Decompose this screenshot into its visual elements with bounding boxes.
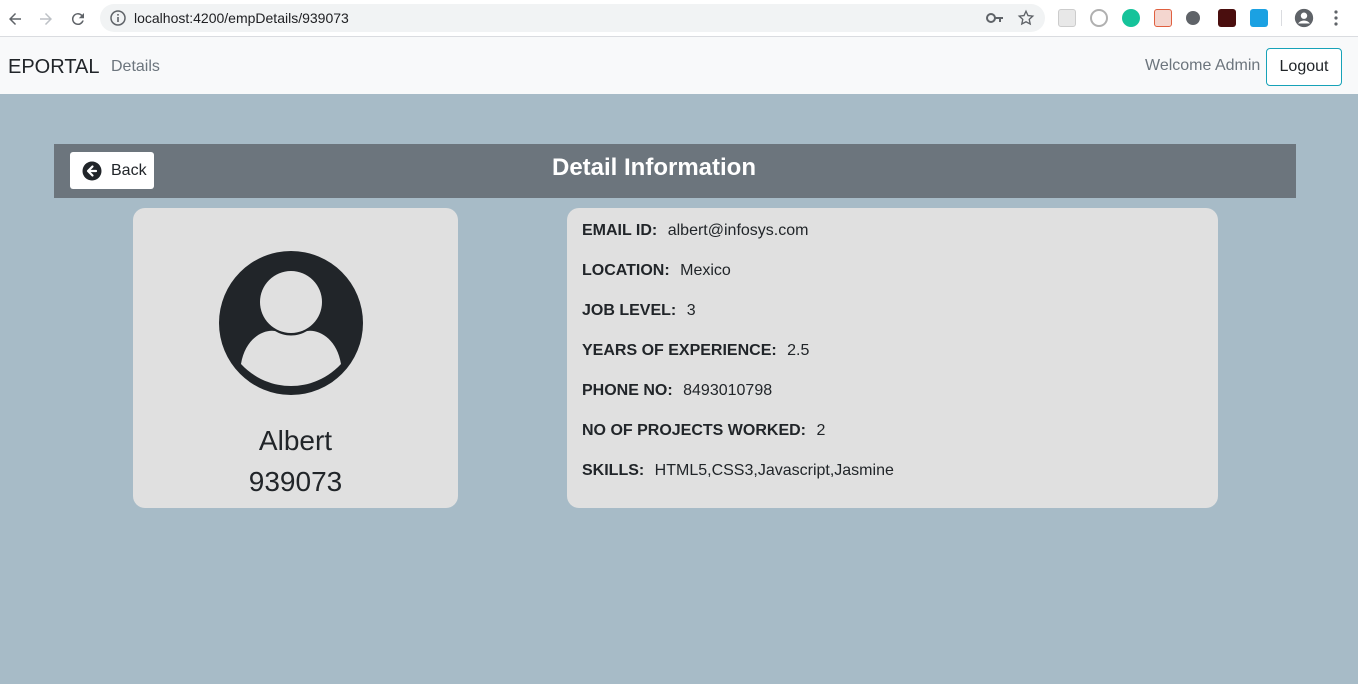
page-title: Detail Information — [551, 154, 756, 181]
detail-row-job-level: JOB LEVEL: 3 — [582, 302, 696, 320]
detail-value: 2.5 — [787, 342, 810, 359]
detail-value: 3 — [686, 302, 696, 319]
detail-value: HTML5,CSS3,Javascript,Jasmine — [654, 462, 894, 479]
detail-row-experience: YEARS OF EXPERIENCE: 2.5 — [582, 342, 809, 360]
detail-row-skills: SKILLS: HTML5,CSS3,Javascript,Jasmine — [582, 462, 894, 480]
detail-row-email: EMAIL ID: albert@infosys.com — [582, 222, 808, 240]
extension-icon[interactable] — [1090, 9, 1108, 27]
app-navbar: EPORTAL Details Welcome Admin Logout — [0, 37, 1358, 94]
user-circle-icon — [219, 251, 363, 395]
detail-row-phone: PHONE NO: 8493010798 — [582, 382, 772, 400]
detail-label: SKILLS: — [582, 462, 645, 479]
detail-value: Mexico — [680, 262, 731, 279]
detail-label: EMAIL ID: — [582, 222, 658, 239]
key-icon[interactable] — [986, 10, 1004, 26]
extension-icon[interactable] — [1154, 9, 1172, 27]
url-text[interactable]: localhost:4200/empDetails/939073 — [134, 10, 349, 26]
detail-row-projects: NO OF PROJECTS WORKED: 2 — [582, 422, 825, 440]
address-bar[interactable]: localhost:4200/empDetails/939073 — [100, 4, 1045, 32]
detail-header: Back Detail Information — [54, 144, 1296, 198]
detail-row-location: LOCATION: Mexico — [582, 262, 731, 280]
browser-toolbar: localhost:4200/empDetails/939073 — [0, 0, 1358, 37]
bookmark-star-icon[interactable] — [1017, 9, 1035, 27]
logout-button[interactable]: Logout — [1266, 48, 1342, 86]
profile-card: Albert 939073 — [133, 208, 458, 508]
detail-value: 8493010798 — [683, 382, 773, 399]
nav-link-details[interactable]: Details — [111, 58, 160, 76]
detail-label: JOB LEVEL: — [582, 302, 677, 319]
extension-icon[interactable] — [1186, 11, 1200, 25]
more-menu-icon[interactable] — [1327, 9, 1345, 27]
extension-icon[interactable] — [1058, 9, 1076, 27]
detail-label: LOCATION: — [582, 262, 670, 279]
pdf-icon[interactable] — [1218, 9, 1236, 27]
back-arrow-icon[interactable] — [4, 8, 26, 30]
detail-value: albert@infosys.com — [667, 222, 809, 239]
employee-details-card: EMAIL ID: albert@infosys.com LOCATION: M… — [567, 208, 1218, 508]
employee-name: Albert — [258, 425, 333, 456]
welcome-text: Welcome Admin — [1145, 57, 1261, 74]
windows-icon[interactable] — [1250, 9, 1268, 27]
toolbar-divider — [1281, 10, 1282, 26]
employee-id: 939073 — [248, 466, 343, 497]
detail-label: PHONE NO: — [582, 382, 673, 399]
detail-label: NO OF PROJECTS WORKED: — [582, 422, 807, 439]
detail-value: 2 — [816, 422, 826, 439]
forward-arrow-icon[interactable] — [35, 8, 57, 30]
detail-label: YEARS OF EXPERIENCE: — [582, 342, 777, 359]
reload-icon[interactable] — [67, 8, 89, 30]
brand-logo[interactable]: EPORTAL — [8, 56, 100, 79]
info-icon[interactable] — [110, 10, 126, 26]
grammarly-icon[interactable] — [1122, 9, 1140, 27]
profile-icon[interactable] — [1293, 7, 1315, 29]
